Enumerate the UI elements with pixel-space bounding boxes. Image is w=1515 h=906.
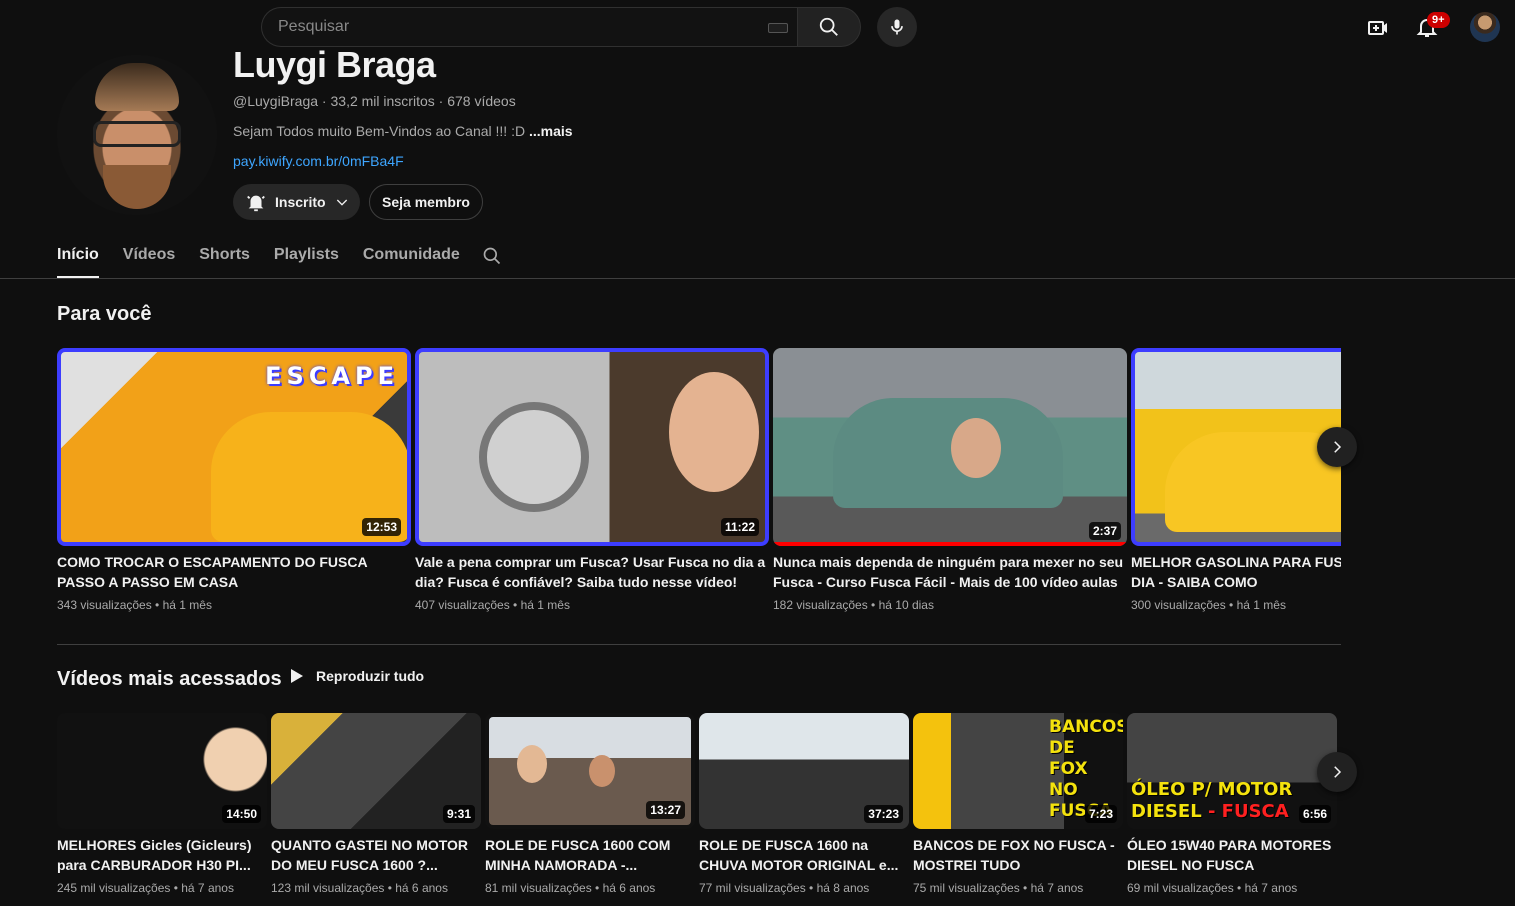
masthead: 9+ [0,0,1515,56]
tab-search-button[interactable] [482,246,502,271]
video-thumbnail[interactable]: BANCOS DE FOX NO FUSCA 7:23 [913,713,1123,829]
for-you-row: ESCAPE 12:53 COMO TROCAR O ESCAPAMENTO D… [57,348,1341,628]
account-avatar[interactable] [1470,12,1500,42]
mic-icon [891,19,903,35]
video-title[interactable]: ROLE DE FUSCA 1600 na CHUVA MOTOR ORIGIN… [699,835,909,875]
video-card[interactable]: 13:27 ROLE DE FUSCA 1600 COM MINHA NAMOR… [485,713,695,895]
video-title[interactable]: COMO TROCAR O ESCAPAMENTO DO FUSCA PASSO… [57,552,411,592]
video-title[interactable]: MELHOR GASOLINA PARA FUSCA FUSCA DO DIA … [1131,552,1341,592]
thumbnail-overlay-text: ÓLEO P/ MOTOR DIESEL - FUSCA [1131,779,1293,822]
video-thumbnail[interactable]: 11:22 [415,348,769,546]
tab-home[interactable]: Início [57,236,99,278]
search-box [261,7,798,47]
video-duration: 14:50 [222,805,261,823]
search-icon [819,17,838,36]
video-thumbnail[interactable]: ESCAPE 12:53 [57,348,411,546]
description-more-link[interactable]: ...mais [529,123,573,139]
video-title[interactable]: BANCOS DE FOX NO FUSCA - MOSTREI TUDO [913,835,1123,875]
chevron-right-icon [1334,441,1342,453]
video-title[interactable]: MELHORES Gicles (Gicleurs) para CARBURAD… [57,835,267,875]
carousel-next-button[interactable] [1317,427,1357,467]
search-button[interactable] [797,7,861,47]
channel-tabs: Início Vídeos Shorts Playlists Comunidad… [57,236,484,278]
video-meta: 77 mil visualizações • há 8 anos [699,881,870,895]
video-card[interactable]: 14:50 MELHORES Gicles (Gicleurs) para CA… [57,713,267,895]
video-card[interactable]: MELHOR GASOLINA PARA FUSCA FUSCA DO DIA … [1131,348,1341,612]
video-meta: 245 mil visualizações • há 7 anos [57,881,234,895]
video-duration: 2:37 [1088,522,1121,540]
watch-progress-bar [773,542,1127,546]
video-thumbnail[interactable]: 13:27 [485,713,695,829]
video-count: 678 vídeos [447,93,516,109]
video-meta: 123 mil visualizações • há 6 anos [271,881,448,895]
video-title[interactable]: ÓLEO 15W40 PARA MOTORES DIESEL NO FUSCA [1127,835,1337,875]
video-meta: 343 visualizações • há 1 mês [57,598,212,612]
channel-avatar [57,55,217,215]
create-button[interactable] [1364,14,1392,42]
section-title-for-you: Para você [57,303,152,325]
channel-handle: @LuygiBraga [233,93,319,109]
video-meta: 69 mil visualizações • há 7 anos [1127,881,1298,895]
video-meta: 300 visualizações • há 1 mês [1131,598,1286,612]
search-icon [483,247,501,265]
notification-count-badge: 9+ [1427,12,1450,28]
search-input[interactable] [278,18,748,36]
play-icon [291,669,303,683]
video-duration: 12:53 [362,518,401,536]
join-member-button[interactable]: Seja membro [369,184,483,220]
play-all-label: Reproduzir tudo [316,668,425,684]
video-title[interactable]: Nunca mais dependa de ninguém para mexer… [773,552,1127,592]
most-viewed-row: 14:50 MELHORES Gicles (Gicleurs) para CA… [57,713,1337,906]
tab-playlists[interactable]: Playlists [274,236,339,278]
tab-community[interactable]: Comunidade [363,236,460,278]
video-duration: 6:56 [1298,805,1331,823]
video-meta: 81 mil visualizações • há 6 anos [485,881,656,895]
channel-link[interactable]: pay.kiwify.com.br/0mFBa4F [233,153,404,169]
video-duration: 7:23 [1084,805,1117,823]
video-duration: 37:23 [864,805,903,823]
carousel-next-button[interactable] [1317,752,1357,792]
video-card[interactable]: 9:31 QUANTO GASTEI NO MOTOR DO MEU FUSCA… [271,713,481,895]
subscribed-label: Inscrito [275,194,326,210]
chevron-down-icon [336,199,347,206]
video-duration: 11:22 [720,518,759,536]
bell-subscribed-icon [247,195,265,212]
video-title[interactable]: QUANTO GASTEI NO MOTOR DO MEU FUSCA 1600… [271,835,481,875]
video-thumbnail[interactable]: 14:50 [57,713,267,829]
create-icon [1368,21,1387,35]
video-card[interactable]: BANCOS DE FOX NO FUSCA 7:23 BANCOS DE FO… [913,713,1123,895]
video-duration: 13:27 [646,801,685,819]
channel-name: Luygi Braga [233,44,436,85]
section-title-most-viewed: Vídeos mais acessados [57,668,282,690]
video-thumbnail[interactable]: 37:23 [699,713,909,829]
tab-shorts[interactable]: Shorts [199,236,250,278]
video-meta: 407 visualizações • há 1 mês [415,598,570,612]
play-all-button[interactable]: Reproduzir tudo [290,668,424,684]
section-divider [57,644,1341,645]
video-thumbnail[interactable]: 2:37 [773,348,1127,546]
chevron-right-icon [1334,766,1342,778]
tab-videos[interactable]: Vídeos [123,236,175,278]
thumbnail-overlay-text: ESCAPE [265,362,399,390]
video-card[interactable]: 37:23 ROLE DE FUSCA 1600 na CHUVA MOTOR … [699,713,909,895]
subscribed-button[interactable]: Inscrito [233,184,360,220]
video-meta: 75 mil visualizações • há 7 anos [913,881,1084,895]
video-thumbnail[interactable]: ÓLEO P/ MOTOR DIESEL - FUSCA 6:56 [1127,713,1337,829]
video-title[interactable]: Vale a pena comprar um Fusca? Usar Fusca… [415,552,769,592]
keyboard-icon[interactable] [768,23,788,33]
video-title[interactable]: ROLE DE FUSCA 1600 COM MINHA NAMORADA -.… [485,835,695,875]
channel-meta: @LuygiBraga · 33,2 mil inscritos · 678 v… [233,93,516,109]
subscriber-count: 33,2 mil inscritos [330,93,435,109]
video-card[interactable]: 2:37 Nunca mais dependa de ninguém para … [773,348,1127,612]
voice-search-button[interactable] [877,7,917,47]
channel-description[interactable]: Sejam Todos muito Bem-Vindos ao Canal !!… [233,123,573,139]
video-card[interactable]: 11:22 Vale a pena comprar um Fusca? Usar… [415,348,769,612]
video-duration: 9:31 [442,805,475,823]
video-card[interactable]: ÓLEO P/ MOTOR DIESEL - FUSCA 6:56 ÓLEO 15… [1127,713,1337,895]
video-thumbnail[interactable] [1131,348,1341,546]
video-meta: 182 visualizações • há 10 dias [773,598,934,612]
video-thumbnail[interactable]: 9:31 [271,713,481,829]
tab-divider [0,278,1515,279]
video-card[interactable]: ESCAPE 12:53 COMO TROCAR O ESCAPAMENTO D… [57,348,411,612]
